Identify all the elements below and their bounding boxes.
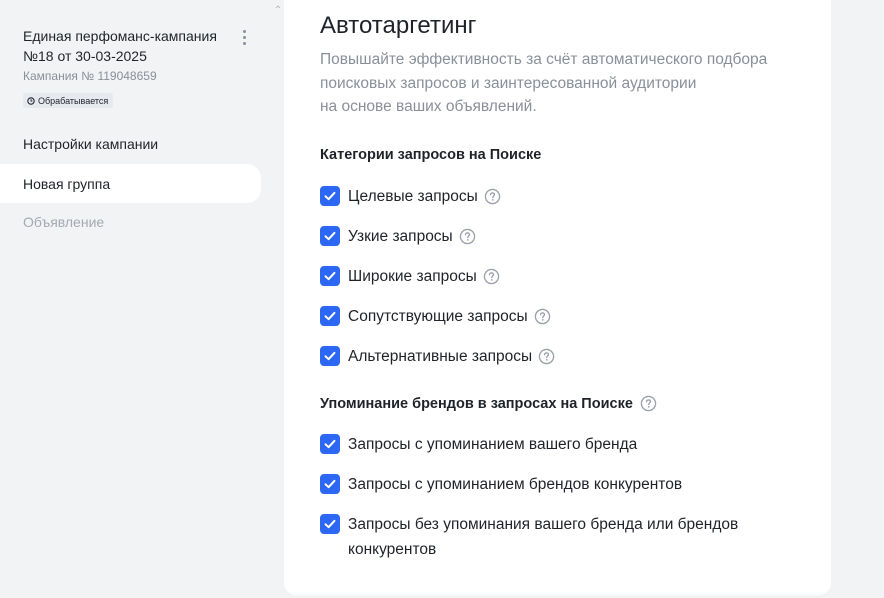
help-icon[interactable] — [534, 308, 551, 325]
brand-mentions-title: Упоминание брендов в запросах на Поиске — [320, 395, 657, 412]
check-icon — [324, 231, 336, 241]
description-line: Повышайте эффективность за счёт автомати… — [320, 51, 768, 68]
description-line: на основе ваших объявлений. — [320, 98, 537, 115]
nav-label: Новая группа — [23, 175, 111, 192]
help-icon[interactable] — [640, 395, 657, 412]
checkbox-row-accompanying[interactable]: Сопутствующие запросы — [320, 306, 551, 329]
checkbox-broad[interactable] — [320, 266, 340, 286]
checkbox-no-brand[interactable] — [320, 514, 340, 534]
nav-campaign-settings[interactable]: Настройки кампании — [0, 124, 261, 163]
checkbox-own-brand[interactable] — [320, 434, 340, 454]
check-icon — [324, 191, 336, 201]
checkbox-row-narrow[interactable]: Узкие запросы — [320, 226, 476, 249]
nav-new-group[interactable]: Новая группа — [0, 164, 261, 203]
help-icon[interactable] — [538, 348, 555, 365]
campaign-number: Кампания № 119048659 — [23, 69, 157, 83]
checkbox-alternative[interactable] — [320, 346, 340, 366]
section-title-text: Упоминание брендов в запросах на Поиске — [320, 395, 633, 412]
help-icon[interactable] — [484, 188, 501, 205]
checkbox-label: Сопутствующие запросы — [348, 308, 528, 325]
checkbox-row-no-brand[interactable]: Запросы без упоминания вашего бренда или… — [320, 514, 778, 562]
checkbox-label: Запросы с упоминанием брендов конкуренто… — [348, 476, 683, 493]
nav-label: Настройки кампании — [23, 135, 159, 152]
check-icon — [324, 479, 336, 489]
help-icon[interactable] — [459, 228, 476, 245]
clock-icon — [27, 96, 35, 105]
check-icon — [324, 439, 336, 449]
checkbox-competitor-brands[interactable] — [320, 474, 340, 494]
checkbox-row-competitor-brands[interactable]: Запросы с упоминанием брендов конкуренто… — [320, 474, 682, 497]
nav-ad: Объявление — [0, 202, 261, 241]
campaign-title: Единая перфоманс-кампания №18 от 30-03-2… — [23, 28, 217, 64]
checkbox-label: Запросы без упоминания вашего бренда или… — [348, 516, 739, 558]
checkbox-row-own-brand[interactable]: Запросы с упоминанием вашего бренда — [320, 434, 637, 457]
status-badge-label: Обрабатывается — [38, 95, 109, 106]
checkbox-narrow[interactable] — [320, 226, 340, 246]
status-badge: Обрабатывается — [23, 93, 114, 108]
check-icon — [324, 351, 336, 361]
sidebar: Единая перфоманс-кампания №18 от 30-03-2… — [0, 0, 281, 598]
page-title: Автотаргетинг — [320, 12, 477, 39]
check-icon — [324, 271, 336, 281]
checkbox-label: Альтернативные запросы — [348, 348, 533, 365]
checkbox-label: Широкие запросы — [348, 268, 477, 285]
scroll-up-icon[interactable] — [275, 4, 281, 10]
checkbox-label: Запросы с упоминанием вашего бренда — [348, 436, 638, 453]
checkbox-label: Целевые запросы — [348, 188, 478, 205]
check-icon — [324, 519, 336, 529]
description-line: поисковых запросов и заинтересованной ау… — [320, 74, 697, 92]
checkbox-row-alternative[interactable]: Альтернативные запросы — [320, 346, 555, 369]
more-options-icon[interactable] — [236, 27, 252, 47]
section-title-text: Категории запросов на Поиске — [320, 147, 542, 163]
nav-label: Объявление — [23, 213, 105, 230]
checkbox-accompanying[interactable] — [320, 306, 340, 326]
description: Повышайте эффективность за счёт автомати… — [320, 48, 810, 119]
help-icon[interactable] — [483, 268, 500, 285]
checkbox-row-target[interactable]: Целевые запросы — [320, 186, 501, 209]
checkbox-label: Узкие запросы — [348, 228, 453, 245]
checkbox-row-broad[interactable]: Широкие запросы — [320, 266, 500, 289]
search-categories-title: Категории запросов на Поиске — [320, 147, 541, 163]
check-icon — [324, 311, 336, 321]
checkbox-target[interactable] — [320, 186, 340, 206]
